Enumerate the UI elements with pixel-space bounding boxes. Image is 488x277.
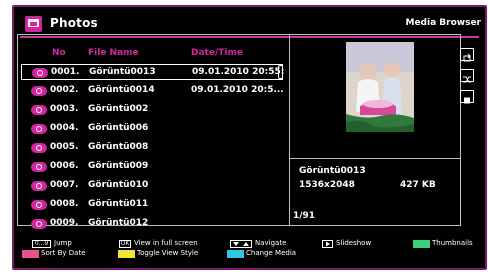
page-title: Photos xyxy=(50,16,98,30)
navigate-label: Navigate xyxy=(255,239,287,247)
column-header-date-time: Date/Time xyxy=(191,48,243,58)
photo-file-icon xyxy=(31,143,47,153)
file-number: 0003. xyxy=(50,104,79,114)
preview-file-name: Görüntü0013 xyxy=(299,166,366,176)
file-list-item[interactable]: 0004. Görüntü006 xyxy=(21,121,283,137)
file-name: Görüntü006 xyxy=(88,123,149,133)
media-browser-label: Media Browser xyxy=(405,18,482,28)
slideshow-label: Slideshow xyxy=(336,239,372,247)
number-keys-icon: 0...9 xyxy=(32,240,51,248)
file-number: 0001. xyxy=(51,67,80,77)
yellow-key-icon xyxy=(118,250,135,258)
jump-label: Jump xyxy=(54,239,72,247)
column-header-file-name: File Name xyxy=(88,48,139,58)
list-scrollbar[interactable] xyxy=(278,65,283,79)
file-name: Görüntü0014 xyxy=(88,85,155,95)
photo-file-icon xyxy=(31,86,47,96)
column-header-no: No xyxy=(52,48,66,58)
navigate-arrows-icon xyxy=(230,240,252,248)
content-panel: No File Name Date/Time 0001. Görüntü0013 0… xyxy=(17,34,474,229)
photo-file-icon xyxy=(31,162,47,172)
file-name: Görüntü002 xyxy=(88,104,149,114)
preview-area xyxy=(290,35,474,158)
file-name: Görüntü0013 xyxy=(89,67,156,77)
change-media-label: Change Media xyxy=(246,249,297,257)
photo-file-icon xyxy=(32,68,48,78)
file-list-item[interactable]: 0005. Görüntü008 xyxy=(21,140,283,156)
file-list-item[interactable]: 0008. Görüntü011 xyxy=(21,197,283,213)
file-list-item[interactable]: 0009. Görüntü012 xyxy=(21,216,283,232)
thumbnails-label: Thumbnails xyxy=(432,239,473,247)
red-key-icon xyxy=(22,250,39,258)
sort-by-date-label: Sort By Date xyxy=(41,249,86,257)
file-number: 0006. xyxy=(50,161,79,171)
photo-file-icon xyxy=(31,181,47,191)
photos-app-icon xyxy=(25,16,42,32)
file-number: 0007. xyxy=(50,180,79,190)
file-date-time: 09.01.2010 20:55: xyxy=(192,67,285,77)
file-number: 0002. xyxy=(50,85,79,95)
preview-file-size: 427 KB xyxy=(400,180,436,190)
file-name: Görüntü010 xyxy=(88,180,149,190)
file-name: Görüntü011 xyxy=(88,199,149,209)
toggle-view-style-label: Toggle View Style xyxy=(137,249,199,257)
file-list-item[interactable]: 0002. Görüntü0014 09.01.2010 20:5... xyxy=(21,83,284,99)
file-list-item[interactable]: 0007. Görüntü010 xyxy=(21,178,283,194)
file-list-item[interactable]: 0003. Görüntü002 xyxy=(21,102,283,118)
photo-file-icon xyxy=(31,219,47,229)
play-icon xyxy=(322,240,333,248)
file-name: Görüntü009 xyxy=(88,161,149,171)
ok-key-icon: OK xyxy=(119,240,131,248)
shuffle-icon[interactable] xyxy=(460,69,474,83)
cyan-key-icon xyxy=(227,250,244,258)
photo-file-icon xyxy=(31,105,47,115)
file-date-time: 09.01.2010 20:5... xyxy=(191,85,284,95)
green-key-icon xyxy=(413,240,430,248)
file-name: Görüntü012 xyxy=(88,218,149,228)
file-list-item[interactable]: 0001. Görüntü0013 09.01.2010 20:55: xyxy=(21,64,285,80)
photo-file-icon xyxy=(31,124,47,134)
file-number: 0005. xyxy=(50,142,79,152)
horizontal-divider xyxy=(290,158,460,159)
file-list-item[interactable]: 0006. Görüntü009 xyxy=(21,159,283,175)
photo-file-icon xyxy=(31,200,47,210)
file-number: 0009. xyxy=(50,218,79,228)
stop-icon[interactable] xyxy=(460,90,474,104)
file-name: Görüntü008 xyxy=(88,142,149,152)
repeat-icon[interactable] xyxy=(460,48,474,62)
file-number: 0004. xyxy=(50,123,79,133)
file-number: 0008. xyxy=(50,199,79,209)
preview-resolution: 1536x2048 xyxy=(299,180,355,190)
photo-thumbnail xyxy=(346,42,414,132)
fullscreen-label: View in full screen xyxy=(134,239,198,247)
file-position-counter: 1/91 xyxy=(293,211,316,221)
